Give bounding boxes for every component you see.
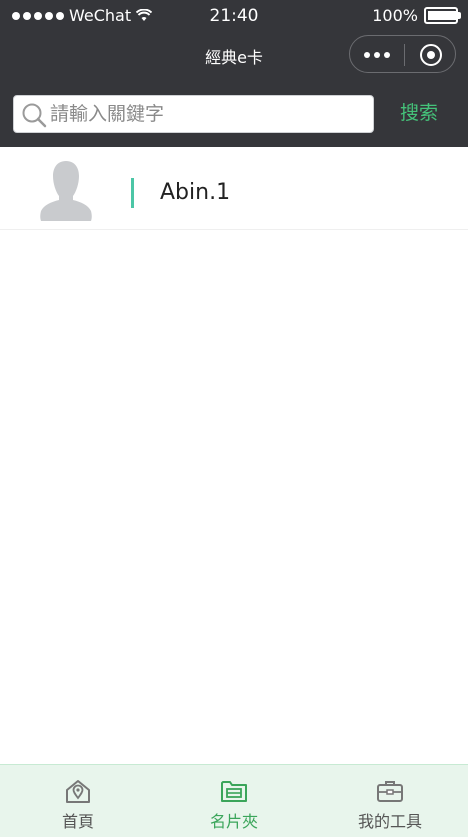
- capsule-divider: [404, 44, 405, 66]
- home-location-icon: [66, 780, 90, 803]
- top-bar: WeChat 21:40 100% 經典e卡 搜索: [0, 0, 468, 147]
- tab-home[interactable]: 首頁: [0, 765, 156, 837]
- status-bar: WeChat 21:40 100%: [0, 0, 468, 32]
- tab-bar: 首頁 名片夾 我的工具: [0, 764, 468, 837]
- card-name: Abin.1: [160, 180, 231, 205]
- close-mini-program-icon[interactable]: [420, 44, 442, 66]
- toolbox-icon: [377, 781, 403, 802]
- tab-label: 首頁: [61, 812, 94, 831]
- battery-icon: [424, 7, 461, 24]
- list-item[interactable]: Abin.1: [0, 147, 468, 230]
- tab-my-tools[interactable]: 我的工具: [312, 765, 468, 837]
- card-list: Abin.1: [0, 147, 468, 230]
- card-indicator: [131, 178, 134, 208]
- more-options-icon[interactable]: [364, 45, 392, 65]
- tab-label: 名片夾: [209, 812, 258, 831]
- tab-label: 我的工具: [357, 812, 422, 831]
- search-button[interactable]: 搜索: [384, 98, 454, 128]
- mini-program-capsule: [349, 35, 456, 73]
- card-folder-icon: [221, 781, 247, 802]
- search-input[interactable]: [50, 99, 360, 129]
- search-icon: [22, 103, 47, 128]
- person-silhouette-icon: [40, 161, 92, 221]
- tab-card-folder[interactable]: 名片夾: [156, 765, 312, 837]
- battery-percent: 100%: [372, 6, 418, 25]
- search-field[interactable]: [13, 95, 374, 133]
